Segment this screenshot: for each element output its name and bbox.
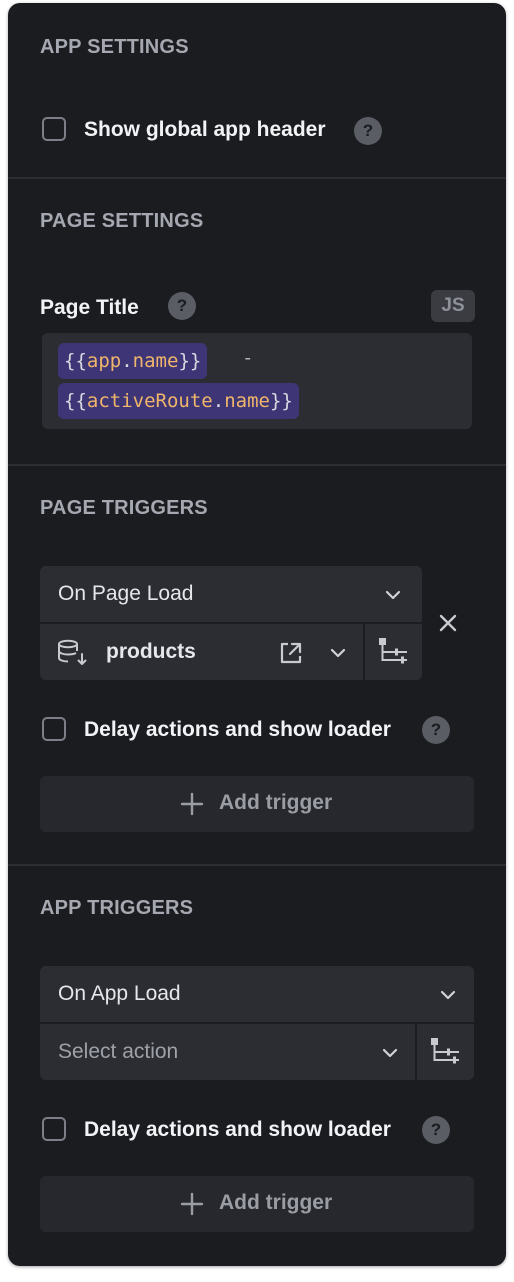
app-action-placeholder: Select action: [58, 1040, 179, 1063]
js-toggle-button[interactable]: JS: [431, 290, 475, 322]
section-divider: [8, 864, 506, 866]
plus-icon: [180, 792, 204, 816]
add-page-trigger-button[interactable]: Add trigger: [40, 776, 474, 832]
code-identifier: app: [86, 350, 122, 372]
page-action-select[interactable]: products: [40, 624, 363, 680]
show-global-header-label[interactable]: Show global app header: [84, 118, 326, 142]
page-title-label: Page Title: [40, 296, 139, 319]
app-delay-loader-checkbox[interactable]: [42, 1117, 66, 1141]
section-divider: [8, 177, 506, 179]
add-app-trigger-button[interactable]: Add trigger: [40, 1176, 474, 1232]
question-circle-icon[interactable]: ?: [422, 1116, 450, 1144]
code-dot: .: [121, 350, 133, 372]
page-action-value: products: [106, 640, 196, 663]
code-brace: }}: [178, 350, 202, 372]
app-settings-heading: APP SETTINGS: [40, 36, 189, 58]
code-separator: -: [242, 347, 254, 369]
code-brace: {{: [64, 350, 87, 372]
settings-panel: APP SETTINGS Show global app header ? PA…: [8, 3, 506, 1266]
question-circle-icon[interactable]: ?: [168, 292, 196, 320]
app-triggers-heading: APP TRIGGERS: [40, 897, 194, 919]
page-event-value: On Page Load: [58, 582, 194, 605]
app-action-settings-button[interactable]: [417, 1024, 474, 1080]
section-divider: [8, 464, 506, 466]
template-expression-chip: {{app.name}}: [58, 343, 208, 379]
question-circle-icon[interactable]: ?: [422, 716, 450, 744]
page-delay-loader-checkbox[interactable]: [42, 717, 66, 741]
app-action-select[interactable]: Select action: [40, 1024, 415, 1080]
code-identifier: name: [132, 350, 179, 372]
chevron-down-icon: [385, 590, 401, 600]
question-circle-icon[interactable]: ?: [354, 117, 382, 145]
app-event-select[interactable]: On App Load: [40, 966, 474, 1022]
show-global-header-checkbox[interactable]: [42, 117, 66, 141]
sliders-icon: [431, 1038, 459, 1064]
database-icon: [58, 639, 87, 665]
external-link-icon[interactable]: [278, 640, 304, 666]
page-delay-loader-label[interactable]: Delay actions and show loader: [84, 718, 391, 742]
code-identifier: name: [224, 390, 270, 412]
close-icon[interactable]: [437, 612, 459, 634]
template-expression-chip: {{activeRoute.name}}: [58, 383, 299, 419]
chevron-down-icon: [330, 648, 346, 658]
app-delay-loader-label[interactable]: Delay actions and show loader: [84, 1118, 391, 1142]
app-event-value: On App Load: [58, 982, 181, 1005]
page-action-settings-button[interactable]: [365, 624, 422, 680]
page-event-select[interactable]: On Page Load: [40, 566, 422, 622]
add-trigger-label: Add trigger: [219, 791, 333, 814]
chevron-down-icon: [382, 1048, 398, 1058]
code-dot: .: [212, 390, 225, 412]
code-identifier: activeRoute: [86, 390, 213, 412]
page-triggers-heading: PAGE TRIGGERS: [40, 497, 208, 519]
chevron-down-icon: [440, 990, 456, 1000]
plus-icon: [180, 1192, 204, 1216]
sliders-icon: [379, 638, 407, 664]
code-brace: }}: [269, 390, 293, 412]
page-title-code-input[interactable]: {{app.name}} - {{activeRoute.name}}: [42, 333, 472, 429]
page-settings-heading: PAGE SETTINGS: [40, 210, 204, 232]
code-brace: {{: [64, 390, 87, 412]
add-trigger-label: Add trigger: [219, 1191, 333, 1214]
